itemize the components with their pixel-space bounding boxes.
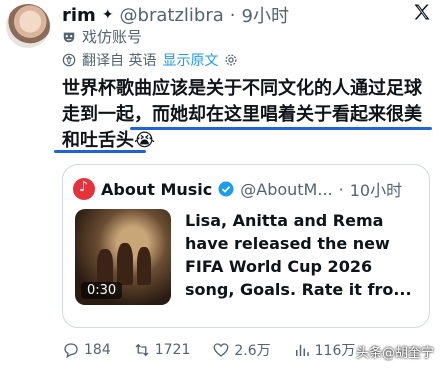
video-figure (117, 243, 133, 285)
repost-icon (135, 343, 149, 357)
tweet-text-line: 世界杯歌曲应该是关于不同文化的人通过足球 (62, 78, 422, 99)
verified-badge-icon (218, 181, 234, 197)
user-avatar[interactable] (6, 4, 50, 48)
like-button[interactable]: 2.6万 (212, 340, 271, 360)
mask-icon (63, 32, 75, 42)
video-figure (137, 247, 151, 285)
repost-button[interactable]: 1721 (133, 341, 191, 359)
parody-badge: 戏仿账号 (62, 26, 142, 47)
video-duration: 0:30 (81, 282, 123, 299)
quoted-timestamp[interactable]: 10小时 (350, 177, 402, 201)
reply-button[interactable]: 184 (62, 341, 111, 359)
x-logo-icon[interactable] (412, 2, 432, 22)
like-count: 2.6万 (234, 343, 271, 359)
reply-count: 184 (84, 342, 111, 358)
quoted-display-name[interactable]: About Music (101, 180, 212, 199)
separator-dot: · (338, 179, 344, 199)
translated-from-label: 翻译自 英语 (82, 53, 157, 69)
view-count: 116万 (314, 343, 356, 359)
separator-dot: · (229, 4, 236, 26)
display-name[interactable]: rim (62, 5, 96, 26)
translate-icon (62, 53, 76, 67)
annotation-underline (130, 127, 432, 130)
tweet-text: 世界杯歌曲应该是关于不同文化的人通过足球 走到一起，而她却在这里唱着关于看起来很… (62, 76, 434, 154)
reply-icon (64, 343, 78, 359)
tweet-text-line: 走到一起，而她却在这里唱着关于看起来很美 (62, 104, 422, 125)
sparkle-icon: ✦ (101, 7, 114, 23)
user-handle[interactable]: @bratzlibra (120, 5, 224, 26)
video-figure (97, 249, 113, 285)
annotation-underline (54, 150, 146, 153)
show-original-link[interactable]: 显示原文 (162, 50, 218, 70)
action-bar: 184 1721 2.6万 116万 (62, 340, 377, 360)
quoted-avatar[interactable] (73, 178, 95, 200)
video-thumbnail[interactable]: 0:30 (75, 209, 171, 305)
watermark: 头条@胡奎宁 (355, 346, 434, 361)
quoted-tweet-header: About Music @AboutM... · 10小时 (73, 177, 402, 201)
heart-icon (213, 343, 229, 357)
quoted-handle[interactable]: @AboutM... (240, 180, 332, 199)
views-icon (295, 344, 309, 356)
gear-icon[interactable] (224, 53, 238, 67)
quoted-tweet-text: Lisa, Anitta and Rema have released the … (185, 211, 412, 299)
timestamp[interactable]: 9小时 (242, 2, 289, 28)
repost-count: 1721 (154, 342, 191, 358)
quoted-tweet-card[interactable]: About Music @AboutM... · 10小时 0:30 Lisa,… (62, 164, 430, 328)
translation-bar: 翻译自 英语 显示原文 (62, 50, 238, 70)
views-button[interactable]: 116万 (293, 340, 356, 360)
parody-badge-label: 戏仿账号 (82, 28, 143, 46)
tweet-header: rim ✦ @bratzlibra · 9小时 (62, 2, 289, 28)
